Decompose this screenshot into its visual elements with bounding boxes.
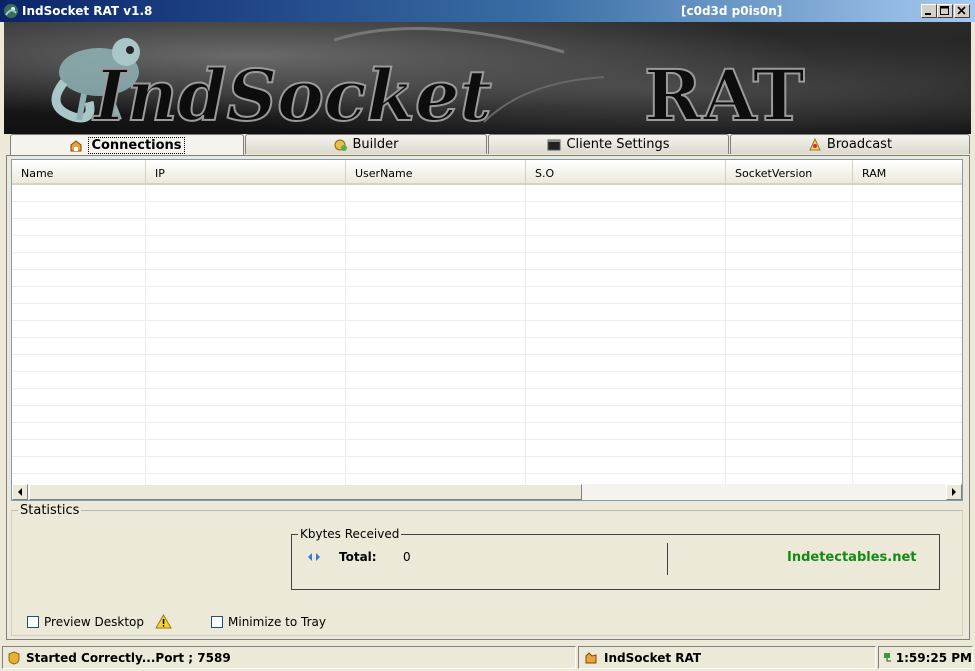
warning-icon	[155, 614, 172, 629]
connections-list[interactable]: Name IP UserName S.O SocketVersion RAM	[11, 159, 963, 501]
arrow-left-icon	[18, 488, 22, 496]
banner-logo-rat: RAT	[644, 54, 805, 134]
status-panel-message: Started Correctly...Port ; 7589	[2, 646, 576, 669]
banner-logo: IndSocket RAT	[51, 27, 806, 134]
network-icon	[884, 652, 891, 661]
maximize-button[interactable]	[937, 4, 953, 18]
minimize-to-tray-checkbox[interactable]: Minimize to Tray	[211, 615, 326, 629]
status-app-name: IndSocket RAT	[604, 650, 702, 665]
connections-icon	[70, 139, 82, 151]
column-header-ip[interactable]: IP	[146, 160, 346, 185]
status-shield-icon	[8, 650, 20, 665]
scroll-right-button[interactable]	[946, 484, 962, 500]
title-bar[interactable]: IndSocket RAT v1.8 [c0d3d p0is0n]	[0, 0, 975, 22]
arrow-right-icon	[952, 488, 956, 496]
minimize-to-tray-label: Minimize to Tray	[228, 615, 326, 629]
column-gridline	[145, 185, 146, 485]
banner-image: IndSocket RAT	[4, 22, 971, 134]
column-header-username[interactable]: UserName	[346, 160, 526, 185]
tab-connections[interactable]: Connections	[10, 134, 244, 156]
column-header-so[interactable]: S.O	[526, 160, 726, 185]
close-icon	[957, 6, 966, 15]
separator	[667, 543, 668, 575]
scrollbar-thumb[interactable]	[29, 484, 582, 500]
column-header-ram[interactable]: RAM	[853, 160, 962, 185]
column-gridline	[725, 185, 726, 485]
kbytes-received-label: Kbytes Received	[300, 527, 400, 541]
list-header: Name IP UserName S.O SocketVersion RAM	[12, 160, 962, 185]
window-subtitle: [c0d3d p0is0n]	[681, 4, 783, 18]
statistics-label: Statistics	[20, 503, 80, 518]
window-title: IndSocket RAT v1.8	[22, 4, 153, 18]
column-header-socketversion[interactable]: SocketVersion	[726, 160, 853, 185]
minimize-button[interactable]	[921, 4, 937, 18]
list-body[interactable]	[12, 185, 962, 485]
horizontal-scrollbar[interactable]	[12, 484, 962, 500]
status-panel-app: IndSocket RAT	[578, 646, 876, 669]
tab-broadcast[interactable]: Broadcast	[730, 134, 970, 154]
column-gridline	[852, 185, 853, 485]
banner-logo-text: IndSocket	[92, 54, 492, 134]
preview-desktop-checkbox[interactable]: Preview Desktop	[27, 615, 144, 629]
preview-desktop-label: Preview Desktop	[44, 615, 145, 629]
column-gridline	[345, 185, 346, 485]
minimize-icon	[925, 13, 931, 15]
indetectables-link[interactable]: Indetectables.net	[787, 550, 916, 565]
status-message: Started Correctly...Port ; 7589	[26, 650, 231, 665]
broadcast-icon	[809, 137, 821, 150]
clock: 1:59:25 PM	[895, 650, 972, 665]
checkbox-box[interactable]	[211, 616, 223, 628]
total-value: 0	[403, 550, 411, 564]
status-panel-clock: 1:59:25 PM	[878, 646, 973, 669]
column-gridline	[525, 185, 526, 485]
checkbox-box[interactable]	[27, 616, 39, 628]
maximize-icon	[940, 6, 949, 15]
builder-icon	[334, 139, 347, 151]
tab-strip: Connections Builder Cliente Settings Bro…	[6, 134, 970, 156]
app-hand-icon	[585, 651, 597, 663]
chameleon-app-icon	[4, 4, 18, 18]
status-bar: Started Correctly...Port ; 7589 IndSocke…	[0, 644, 975, 671]
tab-cliente-settings[interactable]: Cliente Settings	[488, 134, 729, 154]
terminal-icon	[547, 139, 561, 150]
close-button[interactable]	[954, 4, 970, 18]
column-header-name[interactable]: Name	[12, 160, 146, 185]
transfer-arrows-icon	[308, 553, 320, 561]
tab-builder[interactable]: Builder	[245, 134, 487, 154]
total-label: Total:	[339, 550, 377, 564]
scroll-left-button[interactable]	[12, 484, 28, 500]
